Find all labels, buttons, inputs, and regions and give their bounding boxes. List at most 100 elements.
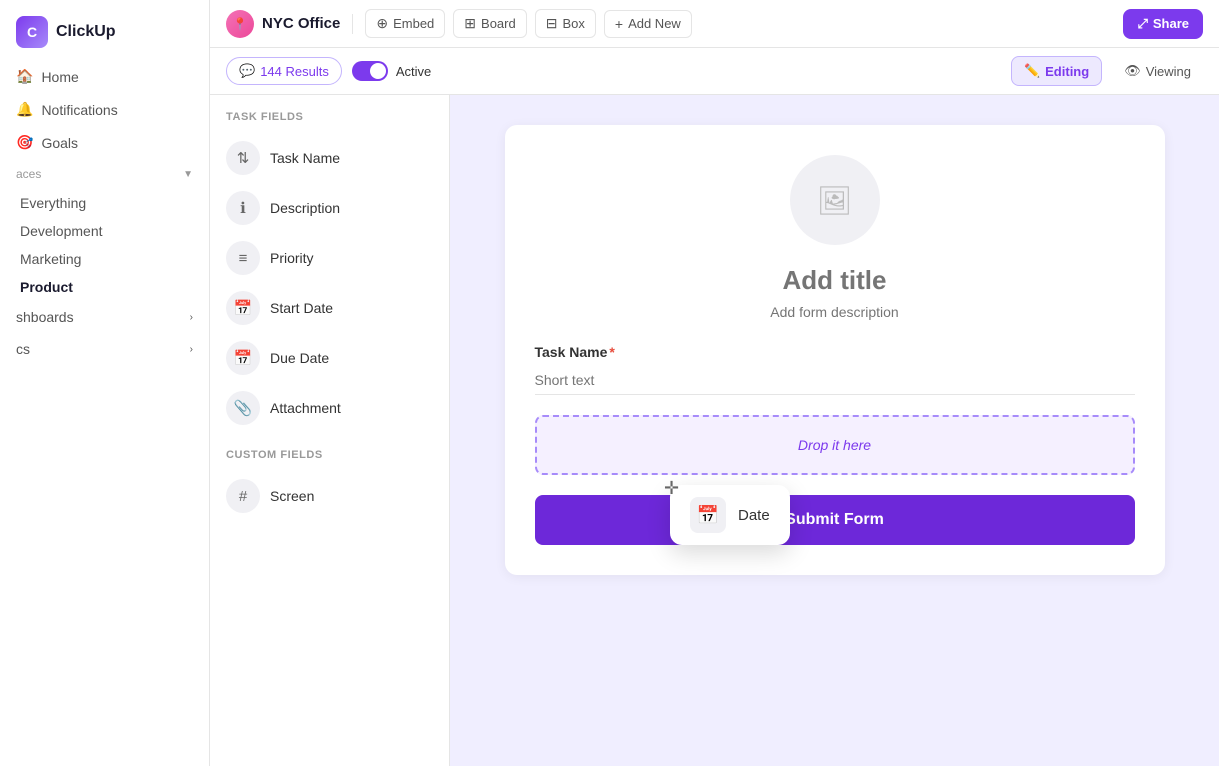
editing-button[interactable]: ✏️ Editing xyxy=(1011,56,1102,86)
brand-name: NYC Office xyxy=(262,15,340,32)
attachment-label: Attachment xyxy=(270,400,341,416)
box-label: Box xyxy=(562,16,584,31)
task-name-field-input[interactable] xyxy=(535,366,1135,395)
results-count: 144 Results xyxy=(260,64,329,79)
plus-icon: + xyxy=(615,16,623,32)
description-label: Description xyxy=(270,200,340,216)
task-name-field-label: Task Name* xyxy=(535,344,1135,360)
attachment-icon: 📎 xyxy=(226,391,260,425)
task-name-icon: ⇅ xyxy=(226,141,260,175)
spaces-section-header[interactable]: aces ▼ xyxy=(0,159,209,189)
sidebar-item-label: Goals xyxy=(41,135,78,151)
viewing-button[interactable]: 👁 Viewing xyxy=(1112,57,1203,85)
priority-label: Priority xyxy=(270,250,314,266)
chat-icon: 💬 xyxy=(239,63,255,79)
screen-label: Screen xyxy=(270,488,314,504)
drop-zone[interactable]: Drop it here xyxy=(535,415,1135,475)
floating-date-label: Date xyxy=(738,507,770,524)
sidebar-item-product[interactable]: Product xyxy=(0,273,209,301)
start-date-label: Start Date xyxy=(270,300,333,316)
sidebar-item-docs[interactable]: cs › xyxy=(0,333,209,365)
chevron-down-icon: ▼ xyxy=(183,169,193,180)
board-label: Board xyxy=(481,16,516,31)
sidebar-item-home[interactable]: 🏠 Home xyxy=(0,60,209,93)
form-container: 🖼 Task Name* Drop it here Submit Form xyxy=(505,125,1165,575)
spaces-label: aces xyxy=(16,167,41,181)
sidebar-space-label: Product xyxy=(20,279,73,295)
brand-area: 📍 NYC Office xyxy=(226,10,340,38)
bell-icon: 🔔 xyxy=(16,101,33,118)
field-attachment[interactable]: 📎 Attachment xyxy=(210,383,449,433)
sidebar-space-label: Marketing xyxy=(20,251,81,267)
form-area: 🖼 Task Name* Drop it here Submit Form xyxy=(450,95,1219,766)
main-content: 📍 NYC Office ⊕ Embed ⊞ Board ⊟ Box + Add… xyxy=(210,0,1219,766)
share-icon: ⤢ xyxy=(1137,16,1147,32)
eye-icon: 👁 xyxy=(1124,63,1141,79)
drag-cursor-icon: ✛ xyxy=(664,478,679,499)
active-toggle[interactable] xyxy=(352,61,388,81)
board-icon: ⊞ xyxy=(464,15,476,32)
sidebar-item-dashboards[interactable]: shboards › xyxy=(0,301,209,333)
embed-icon: ⊕ xyxy=(376,15,388,32)
sidebar-item-goals[interactable]: 🎯 Goals xyxy=(0,126,209,159)
share-label: Share xyxy=(1153,16,1189,31)
field-task-name[interactable]: ⇅ Task Name xyxy=(210,133,449,183)
sidebar: C ClickUp 🏠 Home 🔔 Notifications 🎯 Goals… xyxy=(0,0,210,766)
board-button[interactable]: ⊞ Board xyxy=(453,9,526,38)
filterbar: 💬 144 Results Active ✏️ Editing 👁 Viewin… xyxy=(210,48,1219,95)
start-date-icon: 📅 xyxy=(226,291,260,325)
field-start-date[interactable]: 📅 Start Date xyxy=(210,283,449,333)
topbar: 📍 NYC Office ⊕ Embed ⊞ Board ⊟ Box + Add… xyxy=(210,0,1219,48)
active-label: Active xyxy=(396,64,431,79)
submit-label: Submit Form xyxy=(785,511,884,528)
field-due-date[interactable]: 📅 Due Date xyxy=(210,333,449,383)
goals-icon: 🎯 xyxy=(16,134,33,151)
pencil-icon: ✏️ xyxy=(1024,63,1040,79)
home-icon: 🏠 xyxy=(16,68,33,85)
floating-date-card[interactable]: 📅 Date xyxy=(670,485,790,545)
floating-date-icon: 📅 xyxy=(690,497,726,533)
add-new-label: Add New xyxy=(628,16,681,31)
logo-icon: C xyxy=(16,16,48,48)
box-button[interactable]: ⊟ Box xyxy=(535,9,596,38)
embed-label: Embed xyxy=(393,16,434,31)
field-priority[interactable]: ≡ Priority xyxy=(210,233,449,283)
topbar-divider xyxy=(352,14,353,34)
share-button[interactable]: ⤢ Share xyxy=(1123,9,1203,39)
task-name-field-group: Task Name* xyxy=(535,344,1135,395)
sidebar-logo: C ClickUp xyxy=(0,0,209,60)
submit-button[interactable]: Submit Form xyxy=(535,495,1135,545)
box-icon: ⊟ xyxy=(546,15,558,32)
chevron-right-icon: › xyxy=(190,344,193,355)
field-screen[interactable]: # Screen xyxy=(210,471,449,521)
screen-icon: # xyxy=(226,479,260,513)
priority-icon: ≡ xyxy=(226,241,260,275)
sidebar-space-label: Development xyxy=(20,223,103,239)
docs-label: cs xyxy=(16,341,30,357)
form-image-placeholder[interactable]: 🖼 xyxy=(790,155,880,245)
active-toggle-group: Active xyxy=(352,61,431,81)
results-badge[interactable]: 💬 144 Results xyxy=(226,57,342,85)
viewing-label: Viewing xyxy=(1146,64,1191,79)
sidebar-item-marketing[interactable]: Marketing xyxy=(0,245,209,273)
description-icon: ℹ xyxy=(226,191,260,225)
content-area: TASK FIELDS ⇅ Task Name ℹ Description ≡ … xyxy=(210,95,1219,766)
sidebar-space-label: Everything xyxy=(20,195,86,211)
custom-fields-title: CUSTOM FIELDS xyxy=(210,449,449,471)
sidebar-item-everything[interactable]: Everything xyxy=(0,189,209,217)
embed-button[interactable]: ⊕ Embed xyxy=(365,9,445,38)
add-new-button[interactable]: + Add New xyxy=(604,10,692,38)
field-description[interactable]: ℹ Description xyxy=(210,183,449,233)
sidebar-item-development[interactable]: Development xyxy=(0,217,209,245)
task-fields-title: TASK FIELDS xyxy=(210,111,449,133)
fields-panel: TASK FIELDS ⇅ Task Name ℹ Description ≡ … xyxy=(210,95,450,766)
form-description-input[interactable] xyxy=(535,304,1135,320)
sidebar-item-notifications[interactable]: 🔔 Notifications xyxy=(0,93,209,126)
required-star: * xyxy=(609,344,614,360)
sidebar-item-label: Notifications xyxy=(41,102,117,118)
due-date-label: Due Date xyxy=(270,350,329,366)
due-date-icon: 📅 xyxy=(226,341,260,375)
form-title-input[interactable] xyxy=(535,265,1135,296)
brand-icon: 📍 xyxy=(226,10,254,38)
chevron-right-icon: › xyxy=(190,312,193,323)
